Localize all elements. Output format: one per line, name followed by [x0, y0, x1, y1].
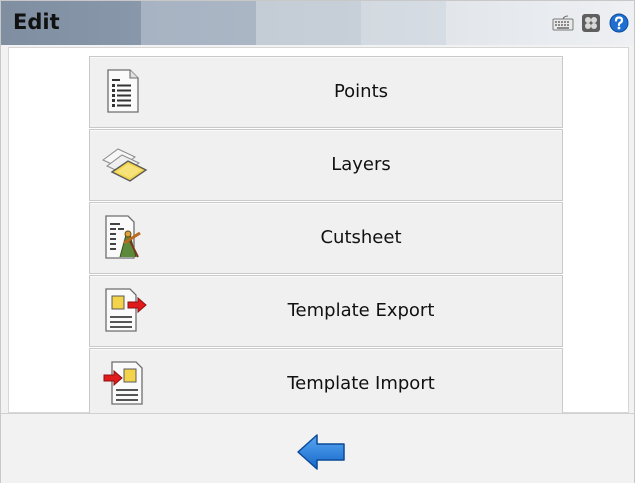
menu-item-label: Cutsheet: [320, 227, 402, 248]
app-window: Edit Points Layers Cutsheet Template Exp…: [0, 0, 635, 483]
keyboard-icon[interactable]: [552, 12, 574, 34]
title-bar-icons: [552, 12, 630, 34]
layers-icon: [100, 140, 148, 188]
help-icon[interactable]: [608, 12, 630, 34]
menu-item-label: Layers: [331, 154, 391, 175]
menu-item-cutsheet[interactable]: Cutsheet: [89, 202, 563, 274]
page-title: Edit: [13, 10, 60, 34]
menu-item-points[interactable]: Points: [89, 56, 563, 128]
edit-menu: Points Layers Cutsheet Template Export T…: [89, 56, 563, 421]
menu-item-label: Points: [333, 81, 389, 102]
template-import-icon: [100, 359, 146, 407]
content-panel: Points Layers Cutsheet Template Export T…: [8, 47, 629, 420]
menu-item-label: Template Export: [287, 300, 435, 321]
back-arrow-icon[interactable]: [295, 432, 347, 472]
menu-item-template-export[interactable]: Template Export: [89, 275, 563, 347]
menu-item-label: Template Import: [287, 373, 435, 394]
menu-item-template-import[interactable]: Template Import: [89, 348, 563, 420]
title-bar: Edit: [1, 1, 634, 45]
settings-icon[interactable]: [580, 12, 602, 34]
template-export-icon: [100, 286, 147, 334]
menu-item-layers[interactable]: Layers: [89, 129, 563, 201]
cutsheet-icon: [100, 213, 146, 261]
points-list-icon: [100, 67, 146, 115]
footer-bar: [1, 413, 634, 483]
